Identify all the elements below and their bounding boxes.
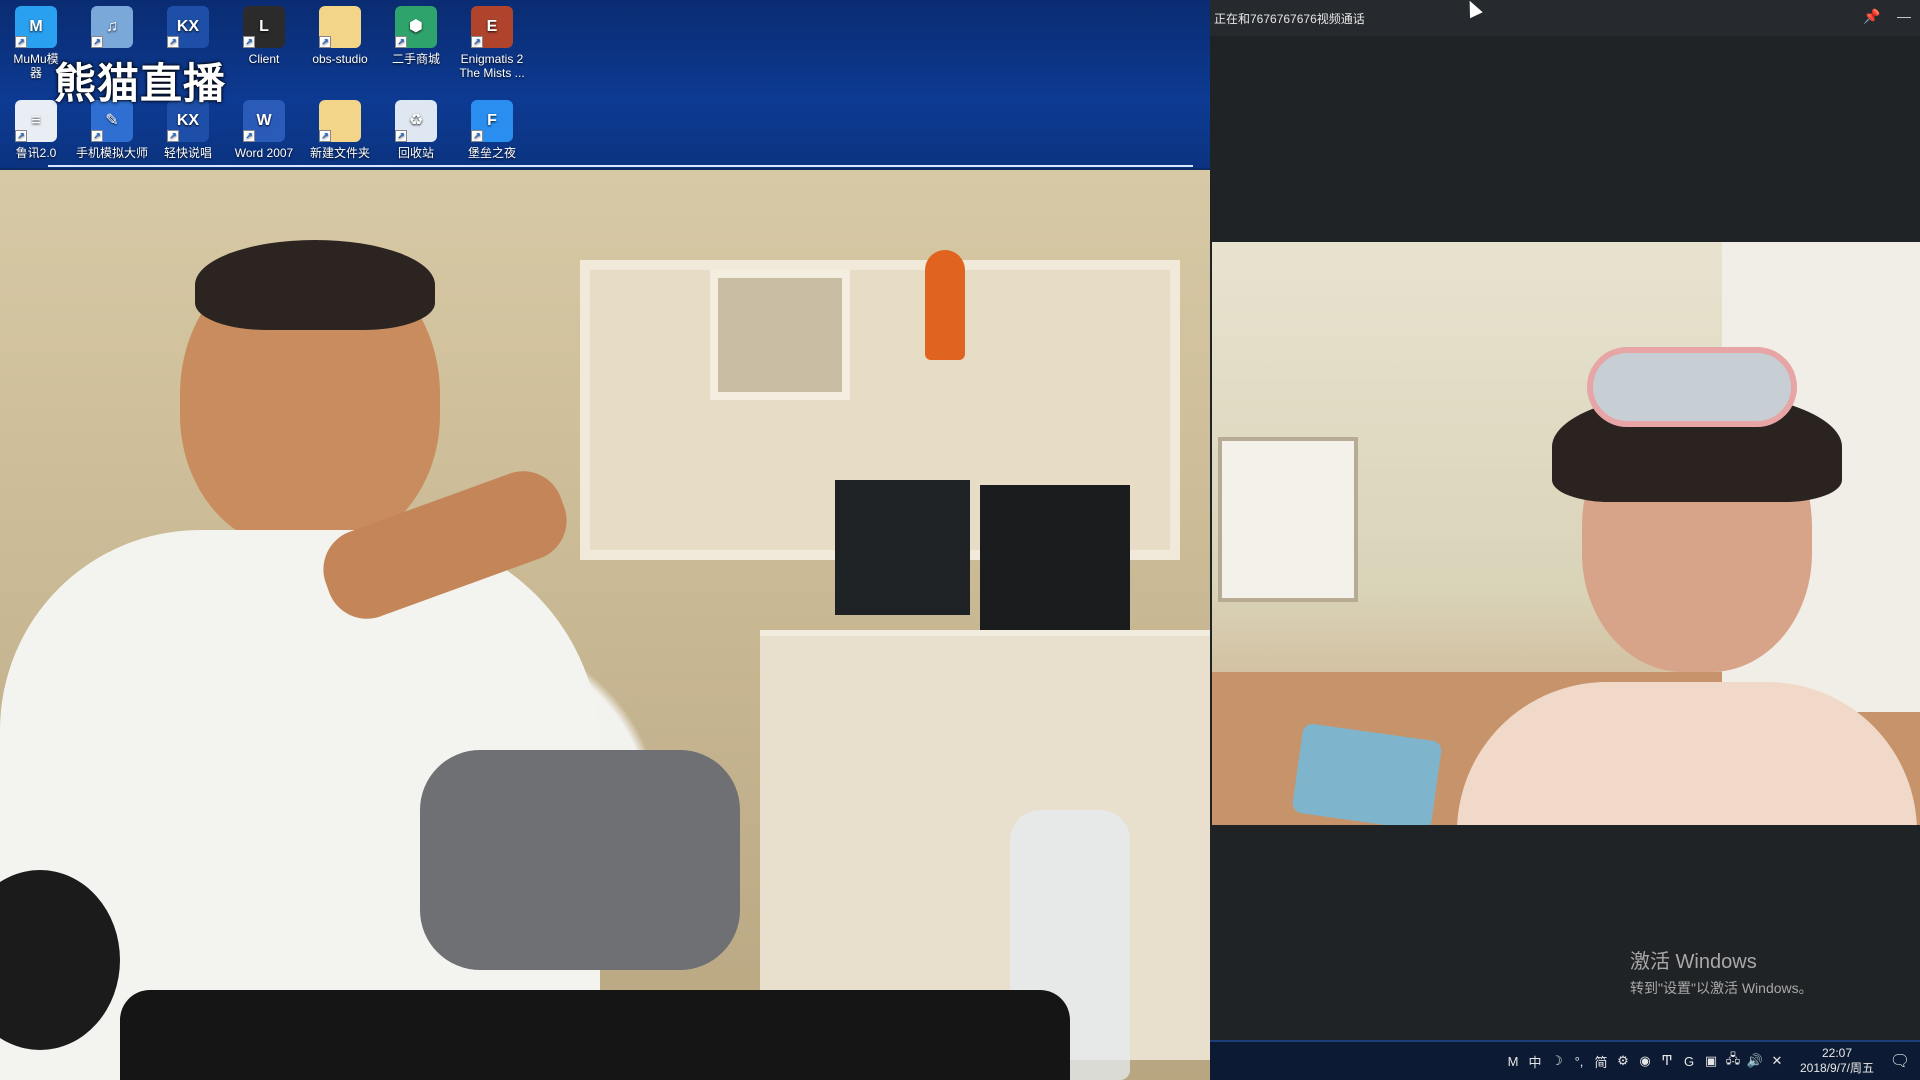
tray-moon-icon[interactable]: ☽ — [1546, 1053, 1568, 1069]
client-icon-glyph: L ↗ — [243, 6, 285, 48]
speaker-left — [835, 480, 970, 615]
tray-app-icon-4[interactable]: ▣ — [1700, 1053, 1722, 1069]
shelf-cubby — [710, 270, 850, 400]
tray-simplified-icon[interactable]: 简 — [1590, 1052, 1612, 1071]
second-hand-mall-icon[interactable]: ⬢ ↗ 二手商城 — [380, 6, 452, 66]
streamer-hair — [195, 240, 435, 330]
streamer-leg — [420, 750, 740, 970]
desktop-divider — [48, 165, 1193, 167]
notification-center-icon[interactable]: 🗨 — [1886, 1051, 1914, 1071]
video-call-window[interactable]: 正在和7676767676视频通话 📌 — 激活 Windows 转到"设置"以… — [1210, 0, 1920, 1040]
fortress-night-icon-label: 堡垒之夜 — [467, 146, 516, 160]
shortcut-arrow-icon: ↗ — [319, 130, 331, 142]
recycle-bin-icon-glyph: ♻ ↗ — [395, 100, 437, 142]
enigmatis-icon[interactable]: E ↗ Enigmatis 2 The Mists ... — [456, 6, 528, 80]
second-hand-mall-icon-label: 二手商城 — [391, 52, 440, 66]
mp3-icon[interactable]: ♫ ↗ — [76, 6, 148, 52]
mp3-icon-glyph: ♫ ↗ — [91, 6, 133, 48]
word-2007-icon-label: Word 2007 — [234, 146, 294, 160]
speaker-right — [980, 485, 1130, 630]
tray-app-icon-2[interactable]: Ͳ — [1656, 1053, 1678, 1069]
luxun-icon-glyph: ≡ ↗ — [15, 100, 57, 142]
tray-network-icon[interactable]: 🖧 — [1722, 1050, 1744, 1072]
client-icon[interactable]: L ↗ Client — [228, 6, 300, 66]
shortcut-arrow-icon: ↗ — [91, 130, 103, 142]
tray-app-icon-5[interactable]: ✕ — [1766, 1053, 1788, 1069]
word-2007-icon-glyph: W ↗ — [243, 100, 285, 142]
clock-date: 2018/9/7/周五 — [1799, 1061, 1875, 1075]
shortcut-arrow-icon: ↗ — [15, 36, 27, 48]
shortcut-arrow-icon: ↗ — [319, 36, 331, 48]
tray-punct-icon[interactable]: °, — [1568, 1054, 1590, 1069]
recycle-bin-icon[interactable]: ♻ ↗ 回收站 — [380, 100, 452, 160]
shortcut-arrow-icon: ↗ — [471, 36, 483, 48]
shortcut-arrow-icon: ↗ — [167, 130, 179, 142]
obs-studio-icon-glyph: ↗ — [319, 6, 361, 48]
new-folder-icon-label: 新建文件夹 — [309, 146, 370, 160]
caller-headband — [1587, 347, 1797, 427]
client-icon-label: Client — [248, 52, 280, 66]
webcam-feed-streamer — [0, 170, 1212, 1080]
activation-subtitle: 转到"设置"以激活 Windows。 — [1630, 980, 1813, 996]
windows-activation-watermark: 激活 Windows 转到"设置"以激活 Windows。 — [1630, 945, 1813, 998]
word-2007-icon[interactable]: W ↗ Word 2007 — [228, 100, 300, 160]
system-tray: M 中 ☽ °, 简 ⚙ ◉ Ͳ G ▣ 🖧 🔊 ✕ — [1502, 1050, 1788, 1072]
tray-volume-icon[interactable]: 🔊 — [1744, 1053, 1766, 1069]
kx-icon-1[interactable]: KX ↗ — [152, 6, 224, 52]
tray-ime-zh-icon[interactable]: 中 — [1524, 1052, 1546, 1071]
pillow — [1291, 722, 1443, 825]
shortcut-arrow-icon: ↗ — [395, 36, 407, 48]
tray-m-icon[interactable]: M — [1502, 1054, 1524, 1069]
kx-icon-1-glyph: KX ↗ — [167, 6, 209, 48]
mumu-icon-glyph: M ↗ — [15, 6, 57, 48]
fortress-night-icon-glyph: F ↗ — [471, 100, 513, 142]
webcam-feed-remote — [1212, 242, 1920, 825]
shortcut-arrow-icon: ↗ — [15, 130, 27, 142]
stream-watermark: 熊猫直播 — [54, 59, 227, 108]
toy-figure — [925, 250, 965, 360]
clock-time: 22:07 — [1821, 1046, 1853, 1060]
recycle-bin-icon-label: 回收站 — [397, 146, 434, 160]
taskbar-clock[interactable]: 22:07 2018/9/7/周五 — [1792, 1046, 1882, 1076]
kx-icon-2-label: 轻快说唱 — [163, 146, 212, 160]
tray-app-icon-3[interactable]: G — [1678, 1054, 1700, 1069]
shortcut-arrow-icon: ↗ — [395, 130, 407, 142]
new-folder-icon-glyph: ↗ — [319, 100, 361, 142]
taskbar: M 中 ☽ °, 简 ⚙ ◉ Ͳ G ▣ 🖧 🔊 ✕ 22:07 2018/9/7/周五 🗨 — [1210, 1040, 1920, 1080]
obs-studio-icon[interactable]: ↗ obs-studio — [304, 6, 376, 66]
keyboard-desk — [120, 990, 1070, 1080]
desktop-area: M ↗ MuMu模 器 ♫ ↗ KX ↗ L ↗ Client ↗ obs-studio ⬢ ↗ 二手商城 E… — [0, 0, 1210, 168]
shortcut-arrow-icon: ↗ — [167, 36, 179, 48]
activation-title: 激活 Windows — [1630, 951, 1757, 973]
wall-painting-deer — [1218, 437, 1358, 602]
obs-studio-icon-label: obs-studio — [312, 52, 368, 66]
new-folder-icon[interactable]: ↗ 新建文件夹 — [304, 100, 376, 160]
pin-icon[interactable]: 📌 — [1862, 6, 1882, 26]
shortcut-arrow-icon: ↗ — [91, 36, 103, 48]
shortcut-arrow-icon: ↗ — [471, 130, 483, 142]
call-titlebar[interactable]: 正在和7676767676视频通话 📌 — — [1210, 0, 1920, 36]
shortcut-arrow-icon: ↗ — [243, 130, 255, 142]
minimize-button[interactable]: — — [1894, 6, 1914, 26]
fortress-night-icon[interactable]: F ↗ 堡垒之夜 — [456, 100, 528, 160]
tray-app-icon-1[interactable]: ◉ — [1634, 1053, 1656, 1069]
shortcut-arrow-icon: ↗ — [243, 36, 255, 48]
second-hand-mall-icon-glyph: ⬢ ↗ — [395, 6, 437, 48]
call-title: 正在和7676767676视频通话 — [1214, 11, 1365, 26]
enigmatis-icon-glyph: E ↗ — [471, 6, 513, 48]
phone-emulator-icon-label: 手机模拟大师 — [76, 146, 149, 160]
enigmatis-icon-label: Enigmatis 2 The Mists ... — [459, 52, 525, 80]
tray-settings-icon[interactable]: ⚙ — [1612, 1053, 1634, 1069]
luxun-icon-label: 鲁讯2.0 — [15, 146, 57, 160]
